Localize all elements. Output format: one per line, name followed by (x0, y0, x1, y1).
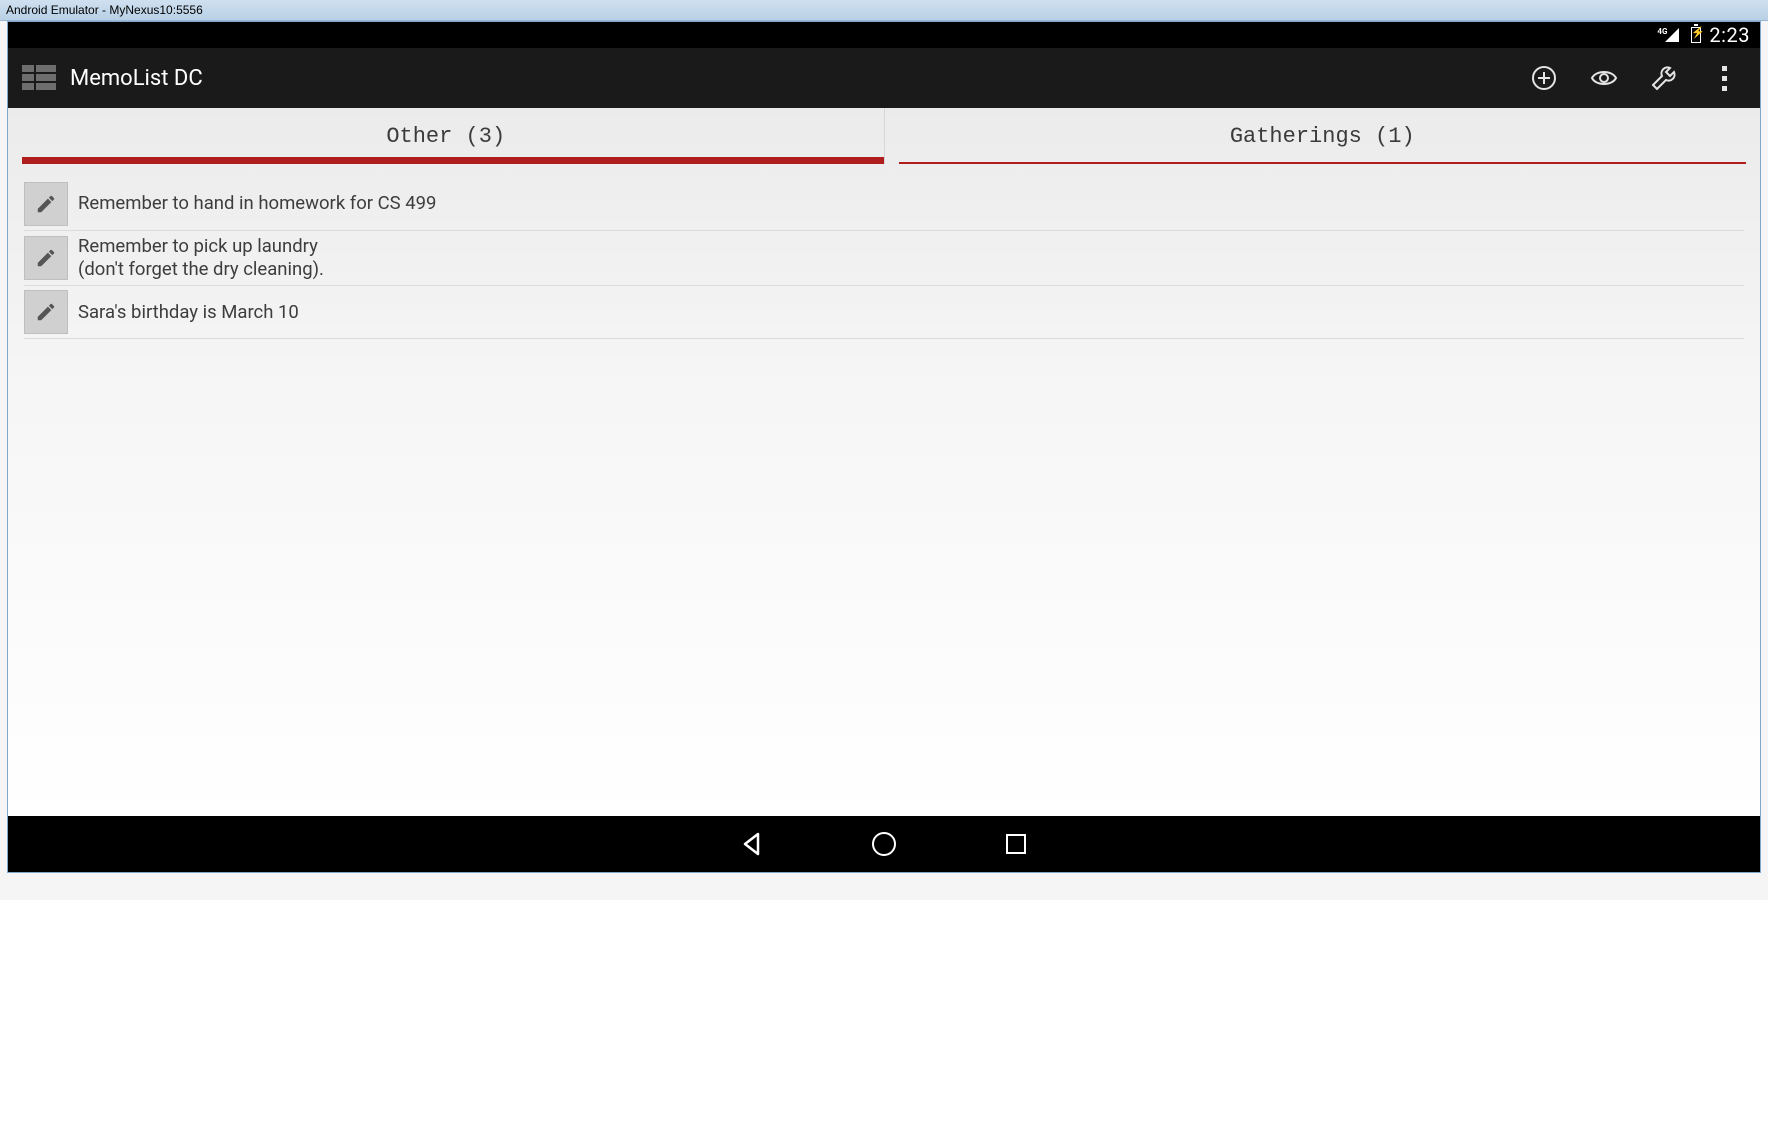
drawer-toggle-button[interactable] (14, 53, 64, 103)
network-type-label: 4G (1657, 27, 1667, 36)
overflow-menu-button[interactable] (1694, 53, 1754, 103)
tab-gatherings[interactable]: Gatherings (1) (884, 108, 1761, 164)
emulator-frame: 4G 2:23 MemoList DC (7, 21, 1761, 873)
drawer-icon (22, 65, 56, 91)
memo-text: Remember to hand in homework for CS 499 (78, 192, 436, 215)
android-status-bar: 4G 2:23 (8, 22, 1760, 48)
nav-recents-button[interactable] (1003, 831, 1029, 857)
list-item[interactable]: Sara's birthday is March 10 (24, 286, 1744, 339)
tab-label: Gatherings (1) (1230, 124, 1415, 149)
edit-memo-button[interactable] (24, 182, 68, 226)
battery-icon (1691, 27, 1701, 43)
edit-memo-button[interactable] (24, 236, 68, 280)
add-memo-button[interactable] (1514, 53, 1574, 103)
nav-home-button[interactable] (871, 831, 897, 857)
host-window-title: Android Emulator - MyNexus10:5556 (6, 3, 203, 17)
android-nav-bar (8, 816, 1760, 872)
signal-indicator: 4G (1657, 28, 1679, 42)
pencil-icon (35, 247, 57, 269)
pencil-icon (35, 301, 57, 323)
memo-list[interactable]: Remember to hand in homework for CS 499 … (8, 164, 1760, 339)
home-icon (872, 832, 896, 856)
signal-icon (1665, 28, 1679, 42)
memo-text: Sara's birthday is March 10 (78, 301, 299, 324)
edit-memo-button[interactable] (24, 290, 68, 334)
list-item[interactable]: Remember to pick up laundry (don't forge… (24, 231, 1744, 286)
plus-circle-icon (1530, 64, 1558, 92)
wrench-icon (1650, 64, 1678, 92)
host-window-background (0, 900, 1768, 1133)
tab-other[interactable]: Other (3) (8, 108, 884, 164)
eye-icon (1590, 64, 1618, 92)
list-item[interactable]: Remember to hand in homework for CS 499 (24, 178, 1744, 231)
nav-back-button[interactable] (739, 831, 765, 857)
tab-label: Other (3) (386, 124, 505, 149)
back-icon (739, 831, 765, 857)
host-window-titlebar: Android Emulator - MyNexus10:5556 (0, 0, 1768, 21)
tools-button[interactable] (1634, 53, 1694, 103)
content-area: Other (3) Gatherings (1) Remember to han… (8, 108, 1760, 816)
status-bar-clock: 2:23 (1709, 23, 1750, 47)
app-title: MemoList DC (70, 66, 203, 91)
memo-text: Remember to pick up laundry (don't forge… (78, 235, 324, 281)
battery-indicator (1685, 27, 1701, 43)
recents-icon (1006, 834, 1026, 854)
tab-strip: Other (3) Gatherings (1) (8, 108, 1760, 164)
overflow-icon (1722, 66, 1727, 91)
app-action-bar: MemoList DC (8, 48, 1760, 108)
pencil-icon (35, 193, 57, 215)
view-button[interactable] (1574, 53, 1634, 103)
